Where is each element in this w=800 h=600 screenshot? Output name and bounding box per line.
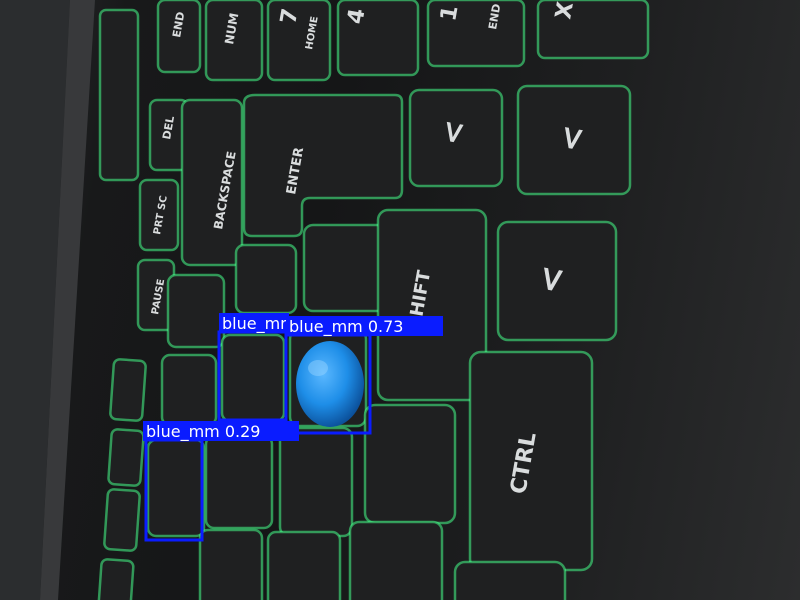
photo-scene: END NUM 7 HOME 4 1 END X DEL BACKSPACE E… <box>0 0 800 600</box>
top-row-keys: END NUM 7 HOME 4 1 END X <box>156 0 650 82</box>
detection-label-1: blue_mm <box>222 314 296 334</box>
detection-label-3: blue_mm 0.29 <box>146 422 260 442</box>
keyboard-photo: END NUM 7 HOME 4 1 END X DEL BACKSPACE E… <box>0 0 650 600</box>
candy-highlight <box>308 360 328 376</box>
blue-candy <box>296 341 364 427</box>
detection-label-2: blue_mm 0.73 <box>289 317 403 337</box>
